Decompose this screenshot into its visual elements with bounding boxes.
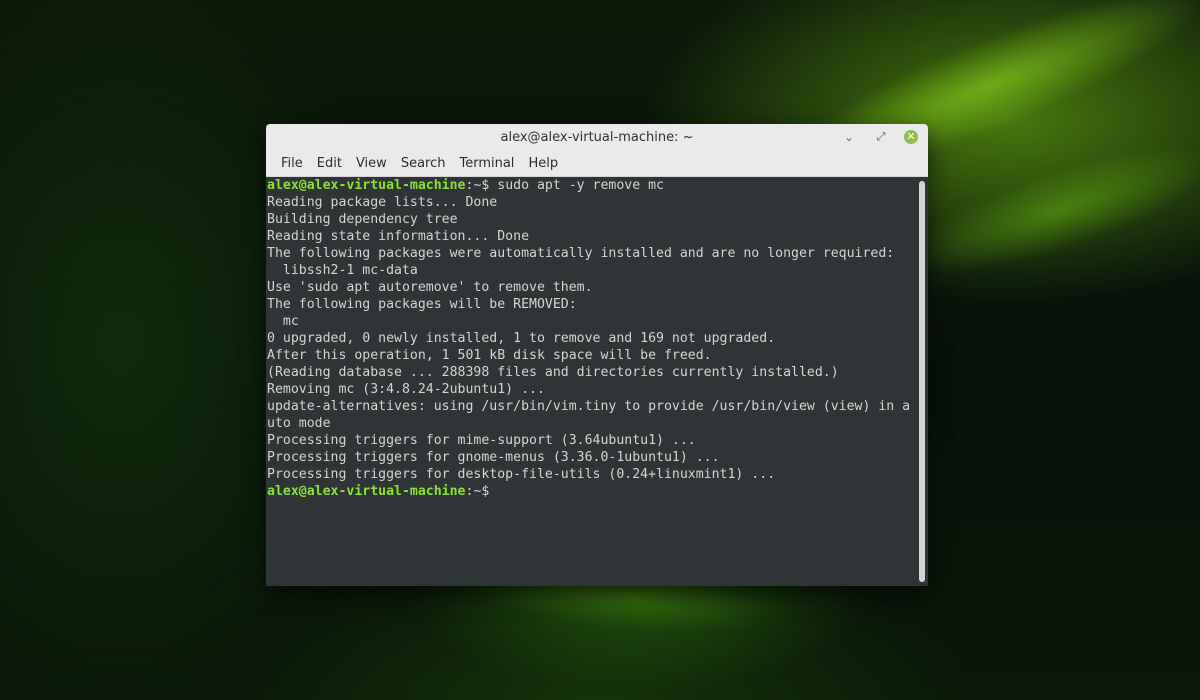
- menu-file[interactable]: File: [274, 156, 310, 171]
- menu-bar: File Edit View Search Terminal Help: [266, 150, 928, 177]
- command-text: sudo apt -y remove mc: [489, 178, 664, 193]
- command-line: alex@alex-virtual-machine:~$ sudo apt -y…: [267, 177, 915, 194]
- minimize-button[interactable]: ⌄: [840, 128, 858, 146]
- output-line: Processing triggers for mime-support (3.…: [267, 433, 696, 448]
- output-line: mc: [267, 314, 299, 329]
- output-line: 0 upgraded, 0 newly installed, 1 to remo…: [267, 331, 776, 346]
- scrollbar-thumb[interactable]: [919, 181, 925, 582]
- output-line: Processing triggers for desktop-file-uti…: [267, 467, 776, 482]
- vertical-scrollbar[interactable]: [916, 177, 928, 586]
- menu-edit[interactable]: Edit: [310, 156, 349, 171]
- output-line: Use 'sudo apt autoremove' to remove them…: [267, 280, 593, 295]
- output-line: Processing triggers for gnome-menus (3.3…: [267, 450, 720, 465]
- output-line: libssh2-1 mc-data: [267, 263, 418, 278]
- output-line: update-alternatives: using /usr/bin/vim.…: [267, 399, 911, 414]
- output-line: (Reading database ... 288398 files and d…: [267, 365, 839, 380]
- output-line: Building dependency tree: [267, 212, 458, 227]
- menu-view[interactable]: View: [349, 156, 394, 171]
- output-line: The following packages will be REMOVED:: [267, 297, 577, 312]
- final-prompt-line: alex@alex-virtual-machine:~$: [267, 483, 915, 500]
- output-line: uto mode: [267, 416, 331, 431]
- prompt-path: :~$: [465, 484, 490, 499]
- window-controls: ⌄ ⤢ ✕: [840, 128, 918, 146]
- prompt-user: alex@alex-virtual-machine: [267, 484, 466, 499]
- terminal-output[interactable]: alex@alex-virtual-machine:~$ sudo apt -y…: [266, 177, 916, 586]
- output-line: Removing mc (3:4.8.24-2ubuntu1) ...: [267, 382, 545, 397]
- title-bar[interactable]: alex@alex-virtual-machine: ~ ⌄ ⤢ ✕: [266, 124, 928, 150]
- output-line: Reading package lists... Done: [267, 195, 498, 210]
- maximize-button[interactable]: ⤢: [872, 128, 890, 146]
- output-line: Reading state information... Done: [267, 229, 530, 244]
- terminal-window: alex@alex-virtual-machine: ~ ⌄ ⤢ ✕ File …: [266, 124, 928, 586]
- prompt-path: :~$: [465, 178, 490, 193]
- menu-search[interactable]: Search: [394, 156, 453, 171]
- menu-terminal[interactable]: Terminal: [452, 156, 521, 171]
- close-button[interactable]: ✕: [904, 130, 918, 144]
- menu-help[interactable]: Help: [521, 156, 565, 171]
- prompt-user: alex@alex-virtual-machine: [267, 178, 466, 193]
- output-line: The following packages were automaticall…: [267, 246, 895, 261]
- output-line: After this operation, 1 501 kB disk spac…: [267, 348, 712, 363]
- window-title: alex@alex-virtual-machine: ~: [500, 129, 694, 145]
